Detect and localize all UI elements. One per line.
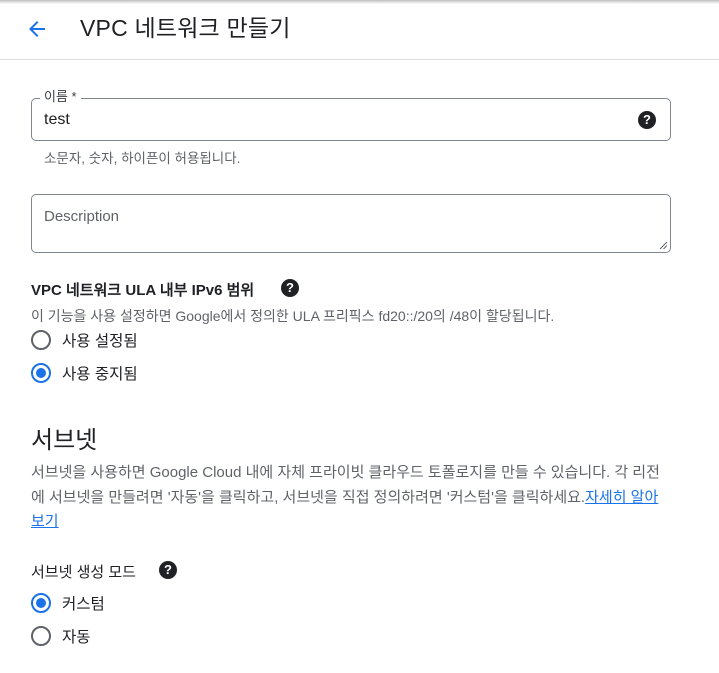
ula-description: 이 기능을 사용 설정하면 Google에서 정의한 ULA 프리픽스 fd20… [31,308,555,324]
ula-option-enabled[interactable]: 사용 설정됨 [31,328,138,352]
help-icon[interactable]: ? [159,561,177,579]
radio-label: 사용 중지됨 [62,366,138,383]
subnet-section-title: 서브넷 [31,427,98,454]
subnet-mode-auto[interactable]: 자동 [31,624,91,648]
description-input[interactable] [32,195,670,252]
ula-option-disabled[interactable]: 사용 중지됨 [31,361,138,385]
resize-handle-icon[interactable] [658,240,668,250]
radio-unchecked-icon[interactable] [31,626,51,646]
top-bar: VPC 네트워크 만들기 [0,0,719,60]
back-button[interactable] [22,14,52,44]
radio-label: 커스텀 [62,596,105,613]
subnet-mode-label: 서브넷 생성 모드 [31,564,136,581]
radio-unchecked-icon[interactable] [31,330,51,350]
ula-label: VPC 네트워크 ULA 내부 IPv6 범위 [31,282,255,299]
radio-checked-icon[interactable] [31,363,51,383]
subnet-description: 서브넷을 사용하면 Google Cloud 내에 자체 프라이빗 클라우드 토… [31,461,671,535]
page-title: VPC 네트워크 만들기 [80,15,291,41]
subnet-description-text: 서브넷을 사용하면 Google Cloud 내에 자체 프라이빗 클라우드 토… [31,464,660,506]
help-icon[interactable]: ? [638,111,656,129]
arrow-left-icon [29,21,45,37]
description-field[interactable] [31,194,671,253]
name-hint: 소문자, 숫자, 하이픈이 허용됩니다. [44,151,241,166]
name-field[interactable]: 이름 * test ? [31,89,671,141]
subnet-mode-custom[interactable]: 커스텀 [31,591,105,615]
name-input-value[interactable]: test [44,110,70,130]
help-icon[interactable]: ? [281,279,299,297]
radio-checked-icon[interactable] [31,593,51,613]
radio-label: 자동 [62,629,91,646]
radio-label: 사용 설정됨 [62,333,138,350]
name-field-label: 이름 * [40,89,81,105]
